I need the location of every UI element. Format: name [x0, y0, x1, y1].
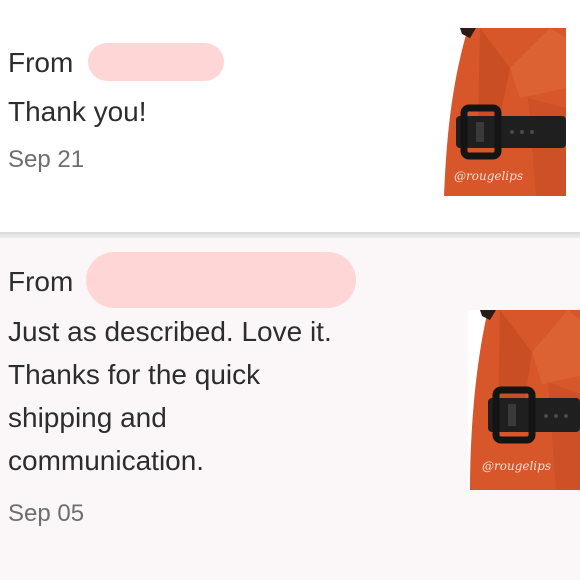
review-date: Sep 21 [8, 146, 85, 173]
product-photo-image: @rougelips [440, 28, 566, 196]
review-date: Sep 05 [8, 500, 85, 527]
from-label: From [8, 47, 74, 78]
photo-watermark: @rougelips [482, 459, 551, 473]
review-card[interactable]: From Just as described. Love it. Thanks … [0, 238, 580, 580]
reviewer-from-row: From [8, 252, 356, 308]
redacted-username [86, 252, 356, 308]
product-photo[interactable]: @rougelips [440, 28, 566, 196]
reviewer-from-row: From [8, 43, 224, 81]
product-photo-image: @rougelips [468, 310, 580, 490]
from-label: From [8, 266, 74, 297]
review-text-line: Just as described. Love it. [8, 316, 332, 347]
product-photo[interactable]: @rougelips [468, 310, 580, 490]
redacted-username [88, 43, 224, 81]
review-text-line: Thanks for the quick [8, 359, 261, 390]
review-text-line: shipping and [8, 402, 167, 433]
review-card[interactable]: From Thank you! Sep 21 @rougelips [0, 0, 580, 232]
review-text: Thank you! [8, 90, 147, 133]
photo-watermark: @rougelips [454, 169, 523, 183]
review-text-line: Thank you! [8, 96, 147, 127]
review-text-line: communication. [8, 445, 205, 476]
review-text: Just as described. Love it. Thanks for t… [8, 310, 332, 482]
